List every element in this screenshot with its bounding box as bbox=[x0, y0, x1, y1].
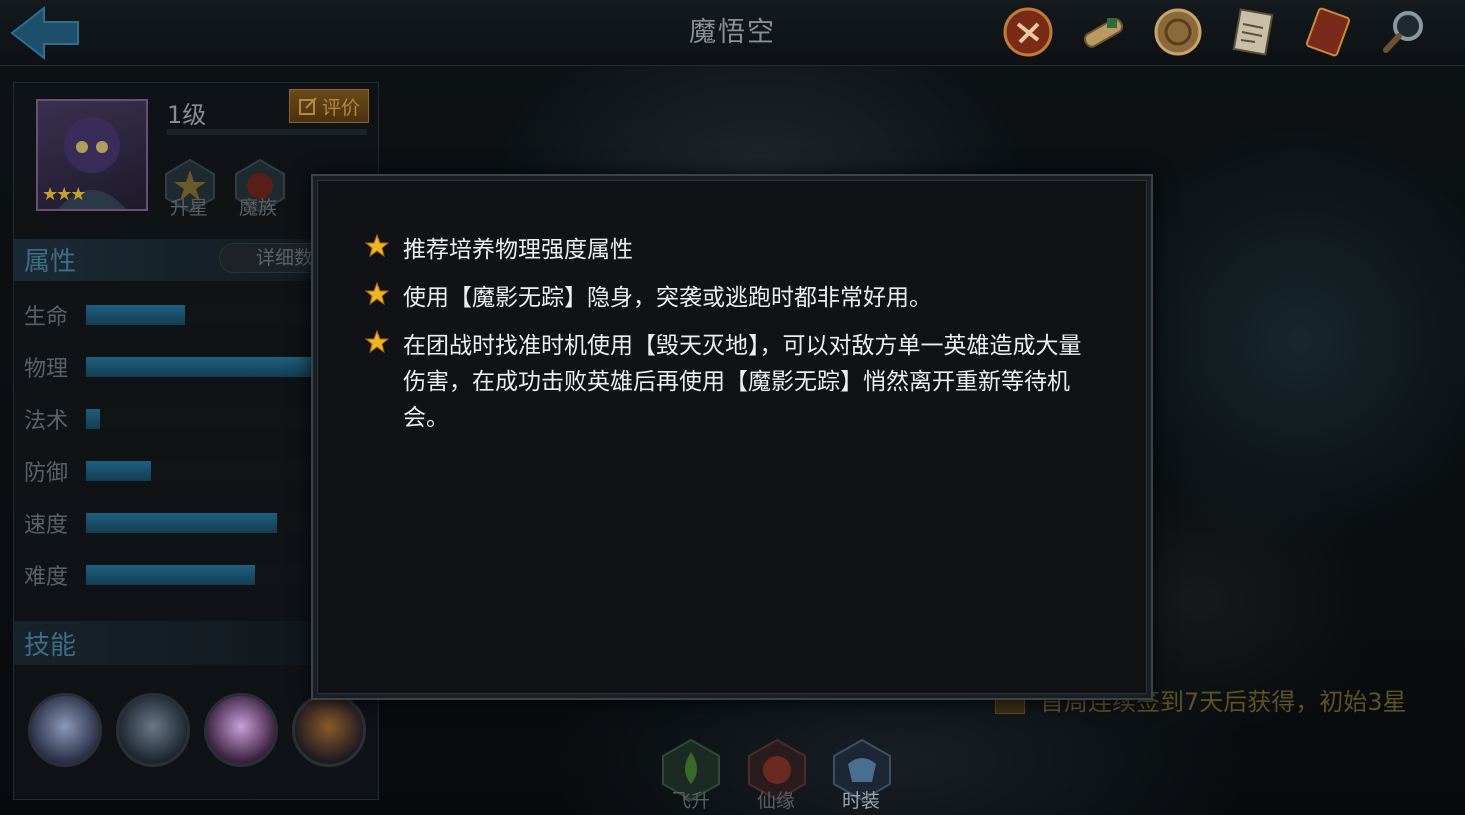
modal-overlay[interactable]: 推荐培养物理强度属性 使用【魔影无踪】隐身，突袭或逃跑时都非常好用。 在团战时找… bbox=[0, 0, 1465, 815]
tip-text: 使用【魔影无踪】隐身，突袭或逃跑时都非常好用。 bbox=[403, 285, 932, 311]
star-icon bbox=[365, 234, 389, 258]
tips-dialog: 推荐培养物理强度属性 使用【魔影无踪】隐身，突袭或逃跑时都非常好用。 在团战时找… bbox=[311, 174, 1153, 700]
star-icon bbox=[365, 282, 389, 306]
tip-text: 在团战时找准时机使用【毁天灭地】，可以对敌方单一英雄造成大量伤害，在成功击败英雄… bbox=[403, 333, 1082, 431]
tip-text: 推荐培养物理强度属性 bbox=[403, 237, 633, 263]
star-icon bbox=[365, 330, 389, 354]
